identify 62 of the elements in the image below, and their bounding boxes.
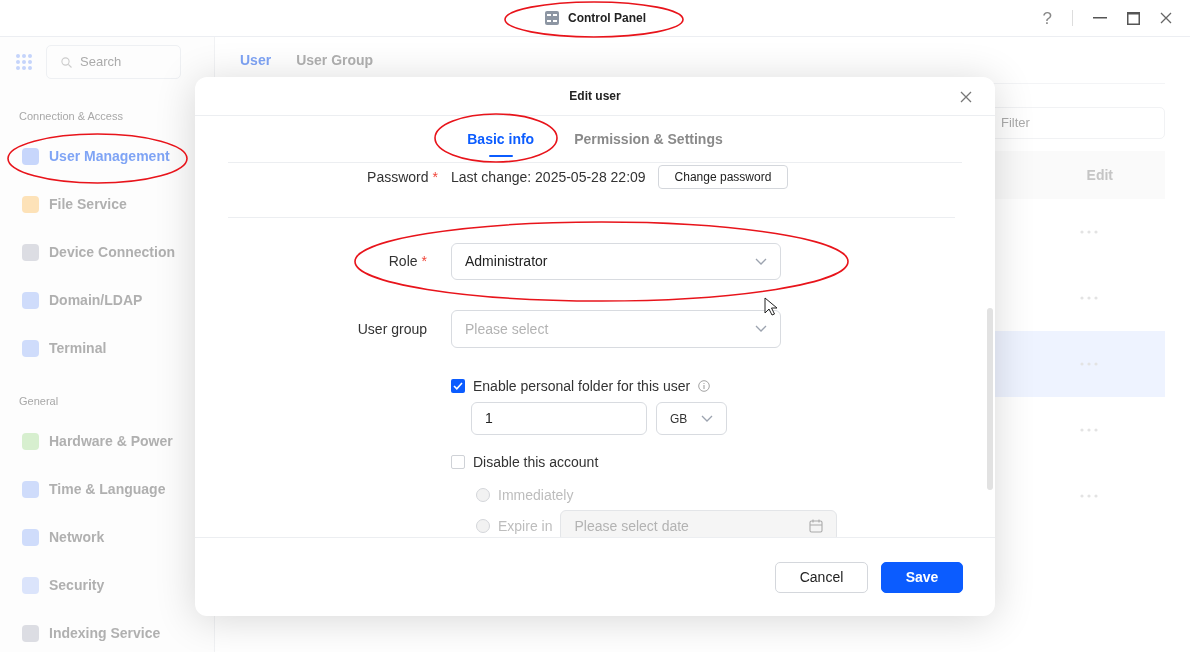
settings-category-icon xyxy=(22,292,39,309)
calendar-icon xyxy=(809,519,824,533)
radio-label: Expire in xyxy=(498,516,553,536)
checkbox-label: Disable this account xyxy=(473,452,599,472)
last-change-text: Last change: 2025-05-28 22:09 xyxy=(451,167,646,187)
sidebar-item[interactable]: Domain/LDAP xyxy=(15,276,181,325)
sidebar-item[interactable]: Indexing Service xyxy=(15,609,181,652)
chevron-down-icon xyxy=(755,257,767,266)
sidebar-item[interactable]: File Service xyxy=(15,180,181,229)
settings-category-icon xyxy=(22,196,39,213)
settings-category-icon xyxy=(22,480,39,498)
search-icon xyxy=(61,56,72,68)
mouse-pointer-icon xyxy=(764,297,778,317)
save-button[interactable]: Save xyxy=(881,561,963,593)
cancel-button[interactable]: Cancel xyxy=(775,561,868,593)
folder-size-input[interactable]: 1 xyxy=(471,402,647,435)
settings-category-icon xyxy=(22,432,39,450)
unit-select[interactable]: GB xyxy=(656,402,727,435)
sidebar-item[interactable]: Terminal xyxy=(15,324,181,373)
sidebar-item[interactable]: Security xyxy=(15,561,181,609)
apps-grid-icon[interactable] xyxy=(15,53,33,71)
settings-category-icon xyxy=(22,148,39,165)
settings-category-icon xyxy=(22,340,39,357)
close-icon[interactable] xyxy=(1160,12,1172,24)
role-select[interactable]: Administrator xyxy=(451,243,781,280)
settings-category-icon xyxy=(22,576,39,594)
chevron-down-icon xyxy=(755,325,767,333)
help-button[interactable]: ? xyxy=(1042,9,1052,27)
info-icon xyxy=(698,380,711,392)
minimize-icon[interactable] xyxy=(1093,17,1107,19)
checkbox[interactable] xyxy=(451,379,465,393)
checkbox[interactable] xyxy=(451,455,465,469)
section-heading: Connection & Access xyxy=(18,109,124,124)
close-icon[interactable] xyxy=(960,91,972,103)
dialog-tab[interactable]: Permission & Settings xyxy=(574,116,723,162)
chevron-down-icon xyxy=(701,414,714,423)
field-label: Role xyxy=(388,252,418,271)
field-label: User group xyxy=(357,319,427,339)
maximize-icon[interactable] xyxy=(1127,11,1140,25)
window-title: Control Panel xyxy=(568,10,646,27)
radio-label: Immediately xyxy=(498,485,574,505)
sidebar-item[interactable]: Device Connection xyxy=(15,228,181,277)
sidebar-item[interactable]: Network xyxy=(15,513,181,561)
field-label: Password xyxy=(367,167,429,187)
control-panel-icon xyxy=(544,10,560,26)
tab[interactable]: User Group xyxy=(296,49,374,71)
settings-category-icon xyxy=(22,528,39,546)
sidebar-item[interactable]: Time & Language xyxy=(15,465,181,513)
tab[interactable]: User xyxy=(240,49,272,71)
section-heading: General xyxy=(18,393,60,409)
sidebar-item[interactable]: Hardware & Power xyxy=(15,417,181,465)
settings-category-icon xyxy=(22,244,39,261)
checkbox-label: Enable personal folder for this user xyxy=(473,376,691,396)
change-password-button[interactable]: Change password xyxy=(657,165,789,189)
search-field[interactable]: Search xyxy=(46,45,181,79)
required-mark: * xyxy=(421,252,427,271)
settings-category-icon xyxy=(22,624,39,642)
dialog-title: Edit user xyxy=(569,88,621,105)
user-group-select[interactable]: Please select xyxy=(451,310,781,348)
required-mark: * xyxy=(432,167,438,187)
scrollbar-thumb[interactable] xyxy=(987,308,993,490)
date-picker-field[interactable]: Please select date xyxy=(560,510,838,537)
